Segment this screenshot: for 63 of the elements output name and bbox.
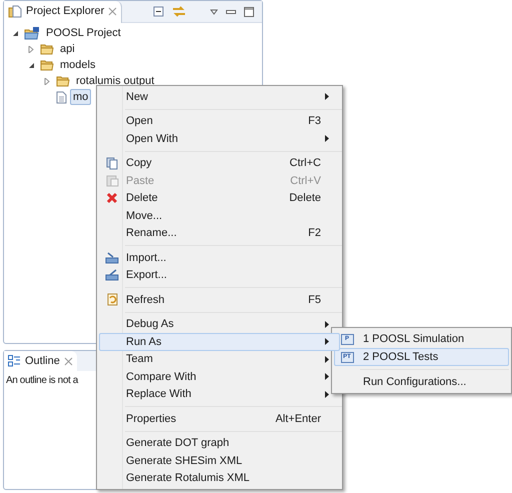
menu-item[interactable]: Compare With [99, 368, 340, 386]
expanded-arrow-icon[interactable] [12, 30, 21, 36]
submenu-arrow-icon [325, 93, 329, 100]
shortcut-text: F2 [308, 226, 321, 241]
menu-item[interactable]: Move... [99, 207, 340, 224]
tree-item[interactable]: mo [70, 89, 92, 105]
menu-item[interactable]: Generate SHESim XML [99, 452, 340, 470]
menu-item[interactable]: Run As [99, 333, 340, 350]
shortcut-text: Delete [289, 191, 321, 206]
shortcut-text: Ctrl+V [290, 174, 321, 188]
menu-item[interactable]: New [99, 88, 340, 106]
project-explorer-tab[interactable]: Project Explorer [4, 0, 122, 22]
menu-item[interactable]: Open F3 [99, 112, 340, 130]
file-icon [56, 90, 67, 104]
panel-title: Project Explorer [26, 4, 104, 20]
maximize-icon[interactable] [244, 6, 254, 16]
submenu-arrow-icon [325, 356, 329, 363]
tree-item[interactable]: rotalumis output [73, 73, 158, 89]
tree-item[interactable]: api [57, 41, 78, 57]
folder-icon [40, 59, 54, 71]
menu-item[interactable]: Open With [99, 130, 340, 148]
folder-icon [56, 75, 70, 87]
submenu-arrow-icon [325, 373, 329, 380]
menu-item[interactable]: Debug As [99, 316, 340, 333]
submenu-arrow-icon [325, 338, 329, 346]
menu-item[interactable]: Refresh F5 [99, 291, 340, 308]
menu-item[interactable]: Properties Alt+Enter [99, 410, 340, 428]
shortcut-text: Ctrl+C [290, 156, 321, 171]
close-icon[interactable] [64, 356, 73, 366]
shortcut-text: Alt+Enter [275, 412, 321, 426]
menu-item[interactable]: Import... [99, 249, 340, 266]
tree-item[interactable]: models [57, 57, 98, 73]
explorer-icon [8, 5, 22, 18]
menu-item[interactable]: Copy Ctrl+C [99, 154, 340, 172]
paste-icon [106, 174, 118, 188]
minimize-icon[interactable] [226, 10, 236, 14]
submenu-arrow-icon [325, 135, 329, 142]
submenu-arrow-icon [325, 320, 329, 328]
project-folder-icon [24, 26, 40, 40]
menu-item[interactable]: Generate Rotalumis XML [99, 470, 340, 487]
collapse-all-icon[interactable] [153, 6, 164, 17]
outline-message: An outline is not a [5, 374, 78, 388]
copy-icon [106, 156, 118, 170]
outline-icon [8, 355, 21, 367]
menu-item[interactable]: Rename... F2 [99, 224, 340, 242]
export-icon [105, 269, 119, 282]
menu-item[interactable]: Generate DOT graph [99, 434, 340, 452]
panel-title: Outline [25, 354, 60, 369]
view-menu-icon[interactable] [210, 8, 218, 14]
menu-item[interactable]: Replace With [99, 386, 340, 403]
outline-tab[interactable]: Outline [4, 351, 77, 371]
refresh-icon [106, 293, 118, 306]
delete-icon [106, 192, 118, 204]
expanded-arrow-icon[interactable] [28, 62, 37, 68]
submenu-arrow-icon [325, 390, 329, 398]
import-icon [105, 252, 119, 264]
close-icon[interactable] [108, 7, 118, 16]
shortcut-text: F5 [308, 292, 321, 308]
menu-item[interactable]: Export... [99, 266, 340, 284]
shortcut-text: F3 [308, 114, 321, 129]
folder-icon [40, 43, 54, 55]
menu-item[interactable]: Delete Delete [99, 190, 340, 207]
tree-item[interactable]: POOSL Project [43, 25, 124, 41]
